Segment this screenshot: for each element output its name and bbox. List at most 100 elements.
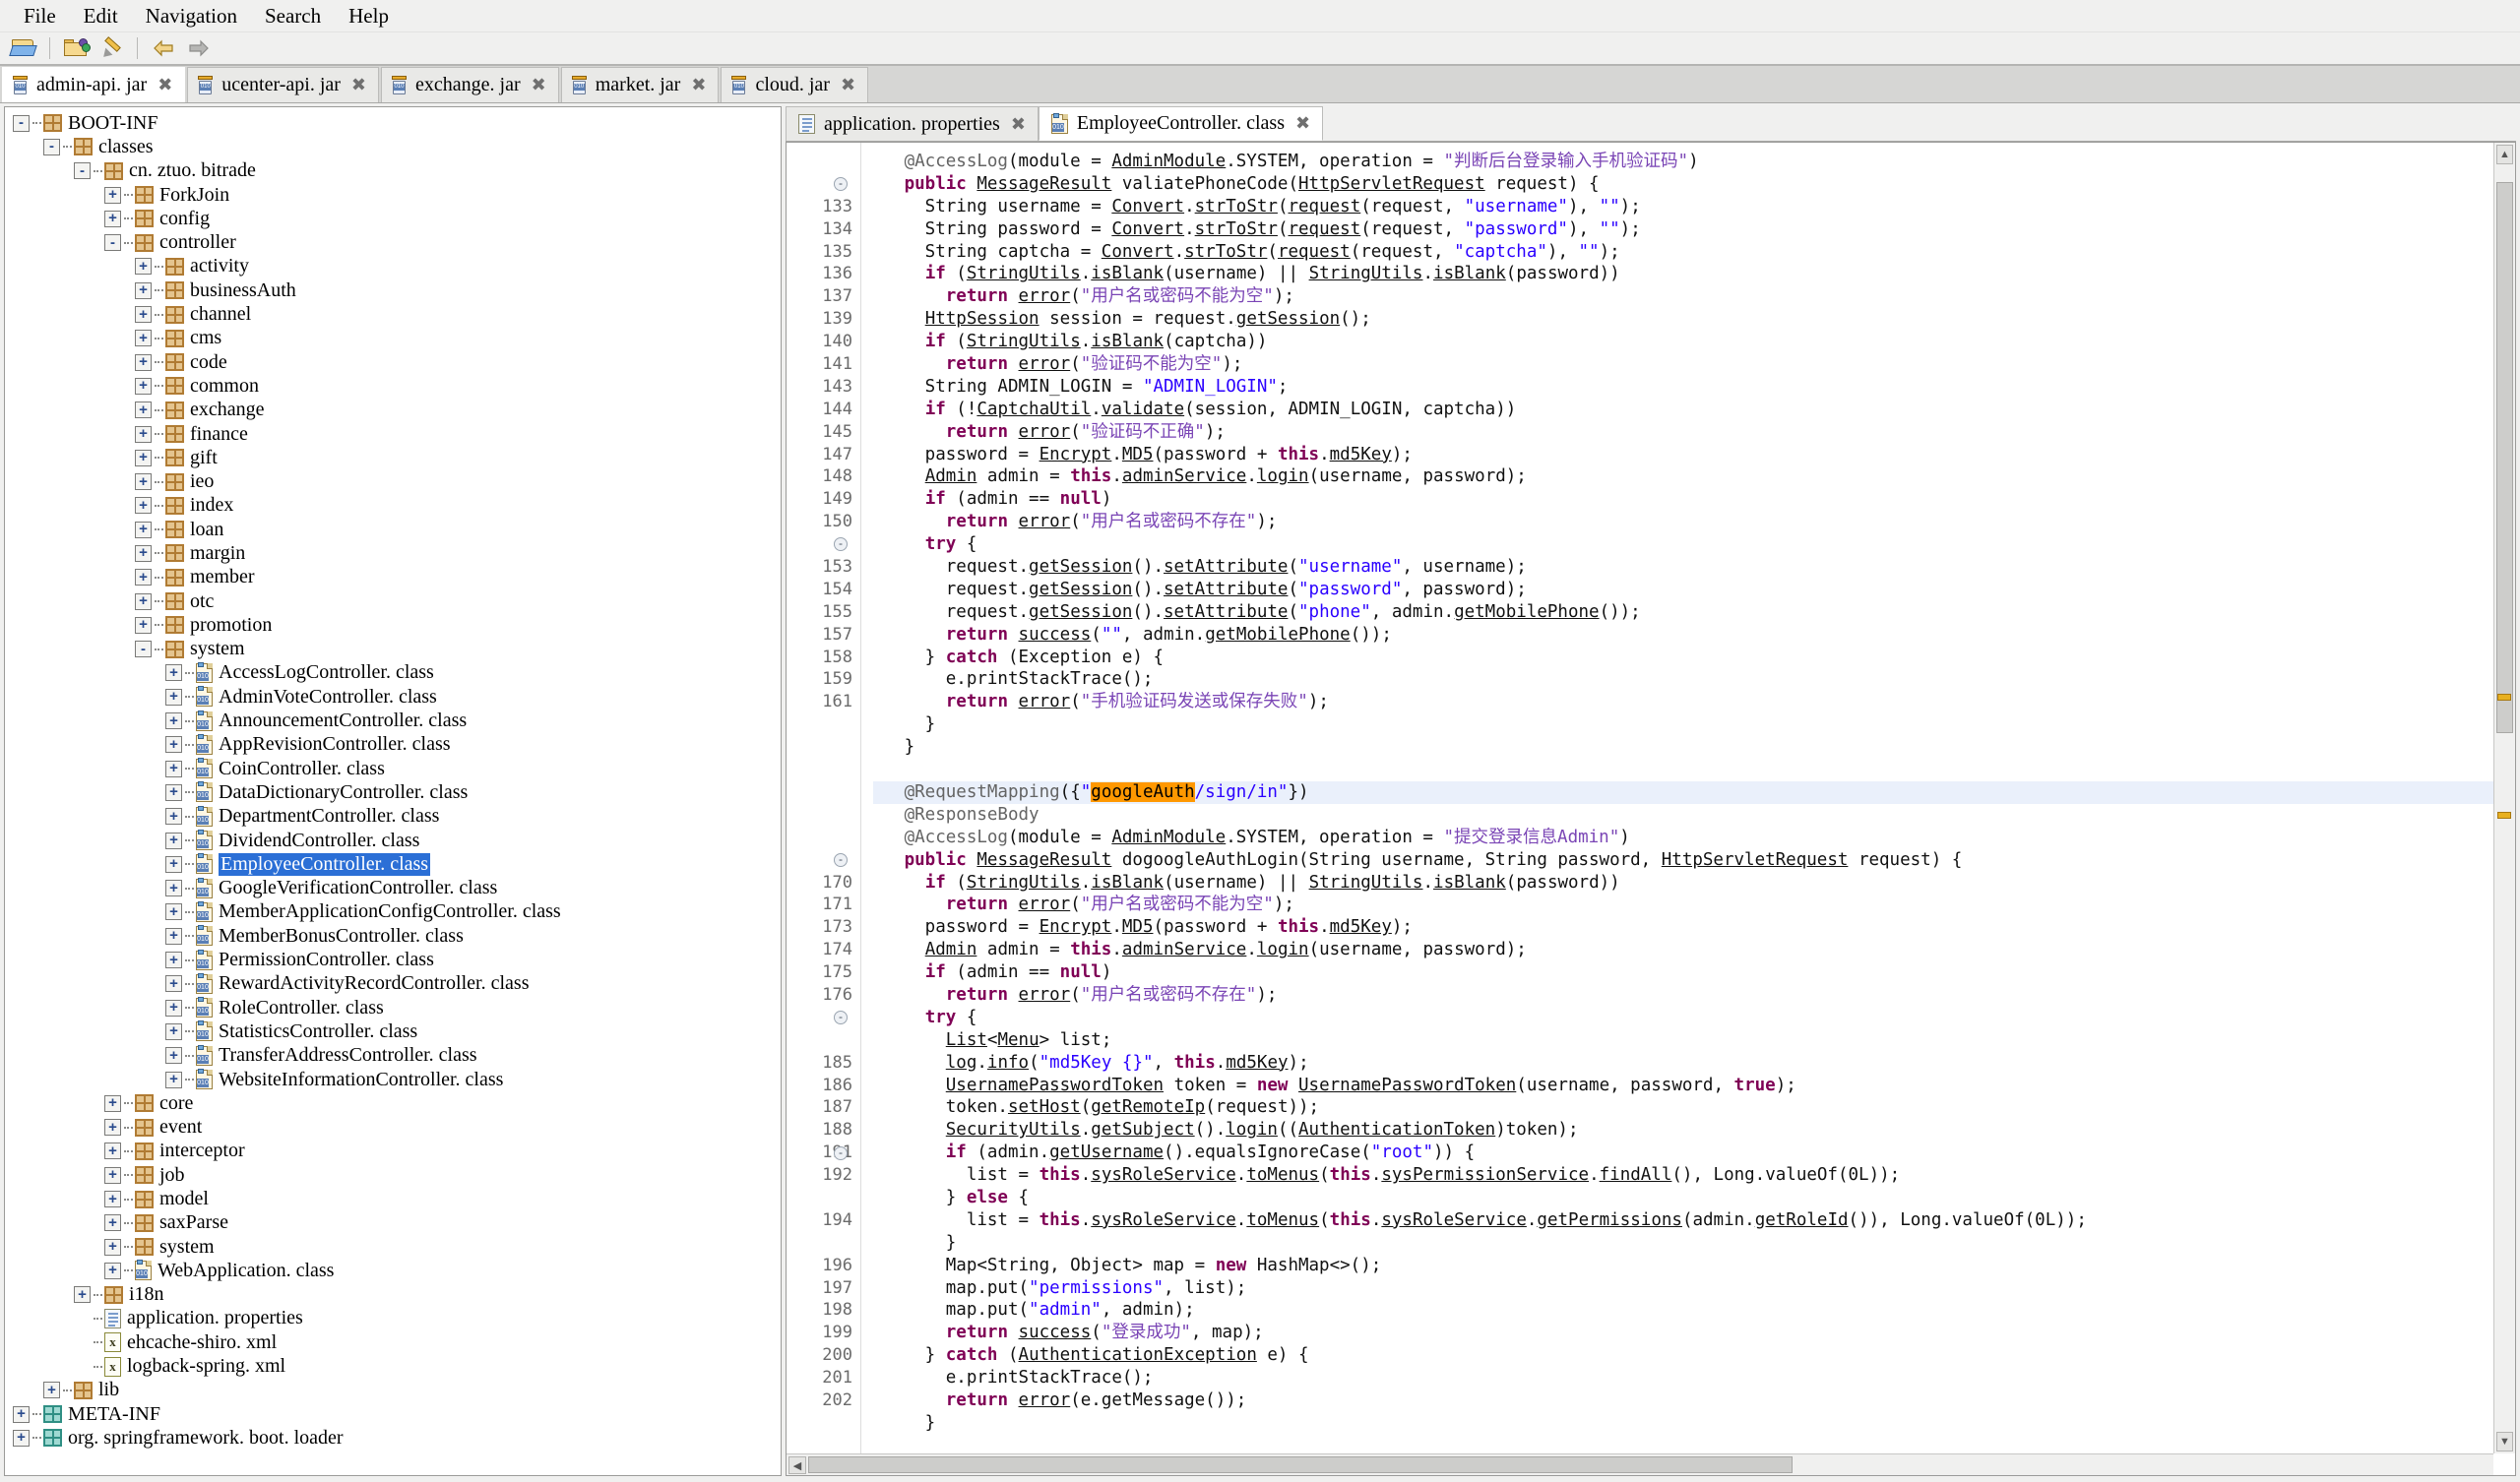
jar-tab-1[interactable]: 010 ucenter-api. jar ✖ (187, 67, 380, 102)
expand-icon[interactable]: + (104, 1262, 121, 1279)
tree-node[interactable]: - system (5, 638, 781, 661)
expand-icon[interactable]: + (165, 664, 182, 682)
code-fold-toggle[interactable]: - (834, 852, 848, 867)
tree-node[interactable]: + gift (5, 446, 781, 469)
menu-item-search[interactable]: Search (251, 2, 335, 31)
expand-icon[interactable]: + (74, 1286, 91, 1304)
tree-node[interactable]: +010 RewardActivityRecordController. clas… (5, 972, 781, 996)
tree-node[interactable]: +010 AnnouncementController. class (5, 709, 781, 732)
tree-node[interactable]: + cms (5, 327, 781, 350)
expand-icon[interactable]: + (135, 258, 152, 276)
expand-icon[interactable]: + (104, 1238, 121, 1256)
collapse-icon[interactable]: - (104, 234, 121, 252)
search-button[interactable] (95, 34, 127, 62)
tree-node[interactable]: +010 DepartmentController. class (5, 805, 781, 829)
expand-icon[interactable]: + (135, 616, 152, 634)
expand-icon[interactable]: + (135, 544, 152, 562)
tree-node[interactable]: + margin (5, 541, 781, 565)
tree-node[interactable]: +010 AppRevisionController. class (5, 733, 781, 757)
close-icon[interactable]: ✖ (1011, 114, 1026, 135)
tree-node[interactable]: + job (5, 1163, 781, 1187)
open-type-button[interactable] (60, 34, 92, 62)
source-editor[interactable]: - 133 134 135 136 137 139 140 141 143 144 145 147 148… (786, 142, 2516, 1476)
jar-tab-0[interactable]: 010 admin-api. jar ✖ (2, 67, 186, 102)
tree-node[interactable]: + activity (5, 255, 781, 278)
tree-node[interactable]: + event (5, 1115, 781, 1139)
collapse-icon[interactable]: - (74, 162, 91, 180)
vertical-scrollbar[interactable]: ▲ ▼ (2493, 143, 2515, 1453)
tree-node[interactable]: x logback-spring. xml (5, 1354, 781, 1378)
expand-icon[interactable]: + (165, 903, 182, 921)
close-icon[interactable]: ✖ (351, 75, 366, 95)
tree-node[interactable]: + promotion (5, 613, 781, 637)
expand-icon[interactable]: + (135, 497, 152, 515)
expand-icon[interactable]: + (135, 377, 152, 395)
package-tree[interactable]: - BOOT-INF - classes - cn. ztuo. bitrade + Fork… (5, 107, 781, 1451)
collapse-icon[interactable]: - (43, 138, 60, 155)
forward-button[interactable] (183, 34, 215, 62)
expand-icon[interactable]: + (135, 306, 152, 324)
expand-icon[interactable]: + (165, 952, 182, 969)
close-icon[interactable]: ✖ (841, 75, 855, 95)
expand-icon[interactable]: + (135, 425, 152, 443)
tree-node[interactable]: + index (5, 494, 781, 518)
expand-icon[interactable]: + (135, 281, 152, 299)
expand-icon[interactable]: + (135, 330, 152, 347)
expand-icon[interactable]: + (13, 1405, 30, 1423)
expand-icon[interactable]: + (165, 808, 182, 826)
tree-node[interactable]: +010 CoinController. class (5, 757, 781, 780)
file-tab-strip[interactable]: application. properties ✖ 010 EmployeeContr… (786, 106, 2516, 142)
close-icon[interactable]: ✖ (158, 75, 172, 95)
tree-node[interactable]: + config (5, 207, 781, 230)
tree-node[interactable]: + ForkJoin (5, 183, 781, 207)
tree-node[interactable]: + code (5, 350, 781, 374)
tree-node[interactable]: application. properties (5, 1307, 781, 1330)
tree-node[interactable]: + system (5, 1235, 781, 1259)
expand-icon[interactable]: + (165, 1071, 182, 1088)
tree-node[interactable]: + channel (5, 302, 781, 326)
expand-icon[interactable]: + (135, 569, 152, 587)
tree-node[interactable]: - cn. ztuo. bitrade (5, 159, 781, 183)
expand-icon[interactable]: + (165, 1022, 182, 1040)
tree-node[interactable]: + lib (5, 1379, 781, 1402)
package-tree-panel[interactable]: - BOOT-INF - classes - cn. ztuo. bitrade + Fork… (4, 106, 782, 1476)
expand-icon[interactable]: + (104, 186, 121, 204)
tree-node[interactable]: + otc (5, 589, 781, 613)
tree-node[interactable]: + businessAuth (5, 278, 781, 302)
tree-node[interactable]: +010 DividendController. class (5, 829, 781, 852)
vertical-scroll-thumb[interactable] (2496, 182, 2513, 733)
jar-tab-2[interactable]: 010 exchange. jar ✖ (381, 67, 559, 102)
tree-node[interactable]: + exchange (5, 399, 781, 422)
expand-icon[interactable]: + (104, 1166, 121, 1184)
tree-node[interactable]: + saxParse (5, 1211, 781, 1235)
jar-tab-3[interactable]: 010 market. jar ✖ (560, 67, 720, 102)
tree-node[interactable]: +010 MemberApplicationConfigController. c… (5, 900, 781, 924)
menu-item-navigation[interactable]: Navigation (132, 2, 251, 31)
tree-node[interactable]: +010 WebApplication. class (5, 1259, 781, 1282)
expand-icon[interactable]: + (165, 712, 182, 730)
tree-node[interactable]: +010 AccessLogController. class (5, 661, 781, 685)
expand-icon[interactable]: + (135, 401, 152, 419)
expand-icon[interactable]: + (104, 1191, 121, 1207)
collapse-icon[interactable]: - (13, 114, 30, 132)
menu-item-help[interactable]: Help (335, 2, 403, 31)
expand-icon[interactable]: + (165, 999, 182, 1017)
tree-node[interactable]: + finance (5, 422, 781, 446)
scroll-up-button[interactable]: ▲ (2496, 145, 2513, 164)
horizontal-scrollbar[interactable]: ◀ (787, 1453, 2493, 1475)
tree-node[interactable]: x ehcache-shiro. xml (5, 1330, 781, 1354)
scroll-left-button[interactable]: ◀ (788, 1456, 806, 1474)
tree-node[interactable]: - BOOT-INF (5, 111, 781, 135)
expand-icon[interactable]: + (165, 832, 182, 849)
close-icon[interactable]: ✖ (532, 75, 546, 95)
tree-node[interactable]: + interceptor (5, 1140, 781, 1163)
expand-icon[interactable]: + (13, 1429, 30, 1447)
tree-node[interactable]: + META-INF (5, 1402, 781, 1426)
tree-node[interactable]: + member (5, 566, 781, 589)
expand-icon[interactable]: + (43, 1382, 60, 1399)
expand-icon[interactable]: + (104, 210, 121, 227)
expand-icon[interactable]: + (135, 473, 152, 491)
expand-icon[interactable]: + (165, 760, 182, 777)
menu-item-edit[interactable]: Edit (70, 2, 132, 31)
tree-node[interactable]: - classes (5, 135, 781, 158)
